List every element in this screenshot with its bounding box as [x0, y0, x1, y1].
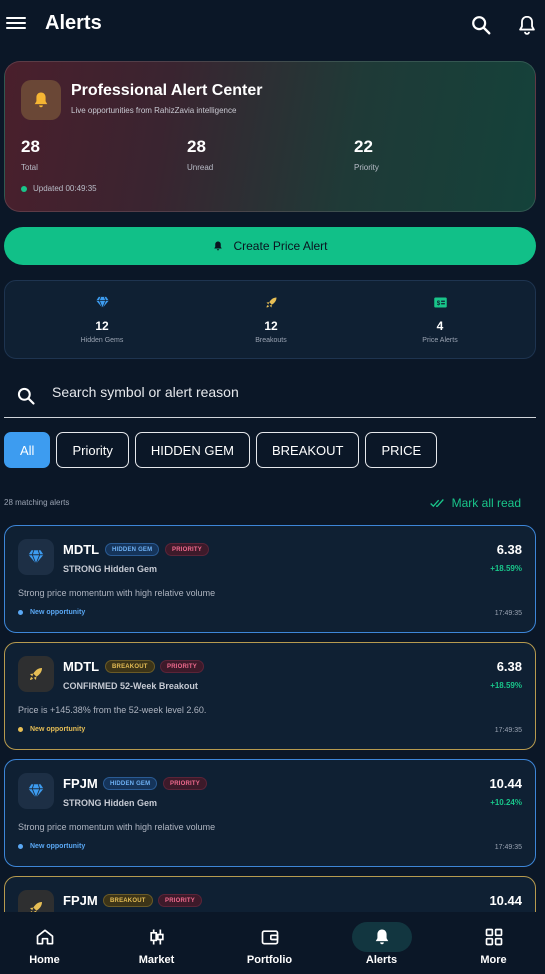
stat-priority: 22 Priority: [354, 137, 379, 172]
alert-change: +18.59%: [490, 681, 522, 690]
filter-chip-hidden-gem[interactable]: HIDDEN GEM: [134, 432, 250, 468]
gem-icon: [95, 296, 109, 310]
rocket-icon: [266, 297, 276, 308]
alert-time: 17:49:35: [494, 727, 522, 734]
priority-badge: PRIORITY: [158, 894, 202, 907]
alert-symbol: FPJM: [63, 776, 98, 791]
alert-status: New opportunity: [18, 726, 85, 733]
alert-center-card: Professional Alert Center Live opportuni…: [4, 61, 536, 212]
nav-tab-alerts[interactable]: Alerts: [327, 912, 436, 974]
filter-chip-breakout[interactable]: BREAKOUT: [255, 432, 360, 468]
alert-change: +10.24%: [490, 798, 522, 807]
nav-tab-home[interactable]: Home: [0, 912, 99, 974]
page-title: Alerts: [45, 12, 102, 34]
alert-title: STRONG Hidden Gem: [63, 798, 158, 808]
type-badge: HIDDEN GEM: [103, 777, 158, 790]
search-input[interactable]: [52, 380, 522, 404]
live-dot-icon: [21, 185, 27, 192]
rocket-icon: [30, 668, 42, 680]
alert-center-title: Professional Alert Center: [71, 82, 263, 99]
app-bar: Alerts: [0, 0, 545, 52]
filter-chip-price[interactable]: PRICE: [365, 432, 438, 468]
alert-time: 17:49:35: [494, 844, 522, 851]
nav-tab-portfolio[interactable]: Portfolio: [215, 912, 324, 974]
type-badge: HIDDEN GEM: [105, 543, 160, 556]
double-check-icon: [429, 498, 444, 507]
home-icon: [36, 929, 53, 945]
wallet-icon: [261, 930, 278, 945]
search-bar: [4, 372, 536, 418]
alert-change: +18.59%: [490, 564, 522, 573]
alert-card[interactable]: MDTL HIDDEN GEM PRIORITY STRONG Hidden G…: [4, 525, 536, 633]
bottom-navigation: Home Market Portfolio Alerts More: [0, 912, 545, 974]
filter-chip-all[interactable]: All: [4, 432, 51, 468]
stat-total: 28 Total: [21, 137, 40, 172]
alert-status: New opportunity: [18, 609, 85, 616]
alert-card[interactable]: FPJM BREAKOUT PRIORITY 10.44: [4, 876, 536, 912]
matching-count: 28 matching alerts: [4, 498, 70, 507]
alert-price: 10.44: [489, 776, 522, 791]
alert-card[interactable]: FPJM HIDDEN GEM PRIORITY STRONG Hidden G…: [4, 759, 536, 867]
alert-center-subtitle: Live opportunities from RahizZavia intel…: [71, 106, 237, 115]
grid-icon: [485, 928, 502, 946]
alert-symbol: MDTL: [63, 659, 100, 674]
bell-add-icon: [214, 241, 223, 251]
type-badge: BREAKOUT: [103, 894, 153, 907]
alert-reason: Strong price momentum with high relative…: [18, 822, 216, 832]
alert-list: MDTL HIDDEN GEM PRIORITY STRONG Hidden G…: [0, 520, 545, 912]
alert-time: 17:49:35: [494, 610, 522, 617]
alert-price: 10.44: [489, 893, 522, 908]
alert-price: 6.38: [496, 659, 522, 674]
alert-reason: Price is +145.38% from the 52-week level…: [18, 705, 207, 715]
filter-chip-priority[interactable]: Priority: [56, 432, 129, 468]
search-icon: [17, 387, 35, 405]
alert-symbol: FPJM: [63, 893, 98, 908]
mark-all-read-button[interactable]: Mark all read: [429, 496, 521, 510]
menu-icon[interactable]: [6, 14, 26, 36]
price-tag-icon: $: [433, 297, 447, 308]
alert-status: New opportunity: [18, 843, 85, 850]
alert-reason: Strong price momentum with high relative…: [18, 588, 216, 598]
nav-tab-more[interactable]: More: [439, 912, 545, 974]
count-hidden-gems[interactable]: 12 Hidden Gems: [42, 295, 162, 344]
notifications-bell-icon[interactable]: [516, 14, 538, 36]
create-price-alert-button[interactable]: Create Price Alert: [4, 227, 536, 265]
alert-title: CONFIRMED 52-Week Breakout: [63, 681, 198, 691]
candlestick-icon: [149, 929, 164, 945]
priority-badge: PRIORITY: [165, 543, 209, 556]
count-price-alerts[interactable]: $ 4 Price Alerts: [380, 295, 500, 344]
stat-unread: 28 Unread: [187, 137, 214, 172]
nav-tab-market[interactable]: Market: [102, 912, 211, 974]
count-breakouts[interactable]: 12 Breakouts: [211, 295, 331, 344]
rocket-icon: [30, 902, 42, 912]
bell-icon: [21, 80, 61, 120]
bell-icon: [375, 929, 388, 945]
alert-card[interactable]: MDTL BREAKOUT PRIORITY CONFIRMED 52-Week…: [4, 642, 536, 750]
type-badge: BREAKOUT: [105, 660, 155, 673]
gem-icon: [28, 784, 44, 799]
svg-text:$: $: [436, 300, 440, 307]
search-icon[interactable]: [470, 14, 492, 36]
alert-title: STRONG Hidden Gem: [63, 564, 158, 574]
updated-status: Updated 00:49:35: [21, 184, 97, 193]
priority-badge: PRIORITY: [160, 660, 204, 673]
filter-chips: All Priority HIDDEN GEM BREAKOUT PRICE: [4, 432, 438, 468]
gem-icon: [28, 550, 44, 565]
alert-price: 6.38: [496, 542, 522, 557]
priority-badge: PRIORITY: [163, 777, 207, 790]
alert-symbol: MDTL: [63, 542, 100, 557]
alert-type-counts: 12 Hidden Gems 12 Breakouts $ 4 Price Alert…: [4, 280, 536, 359]
